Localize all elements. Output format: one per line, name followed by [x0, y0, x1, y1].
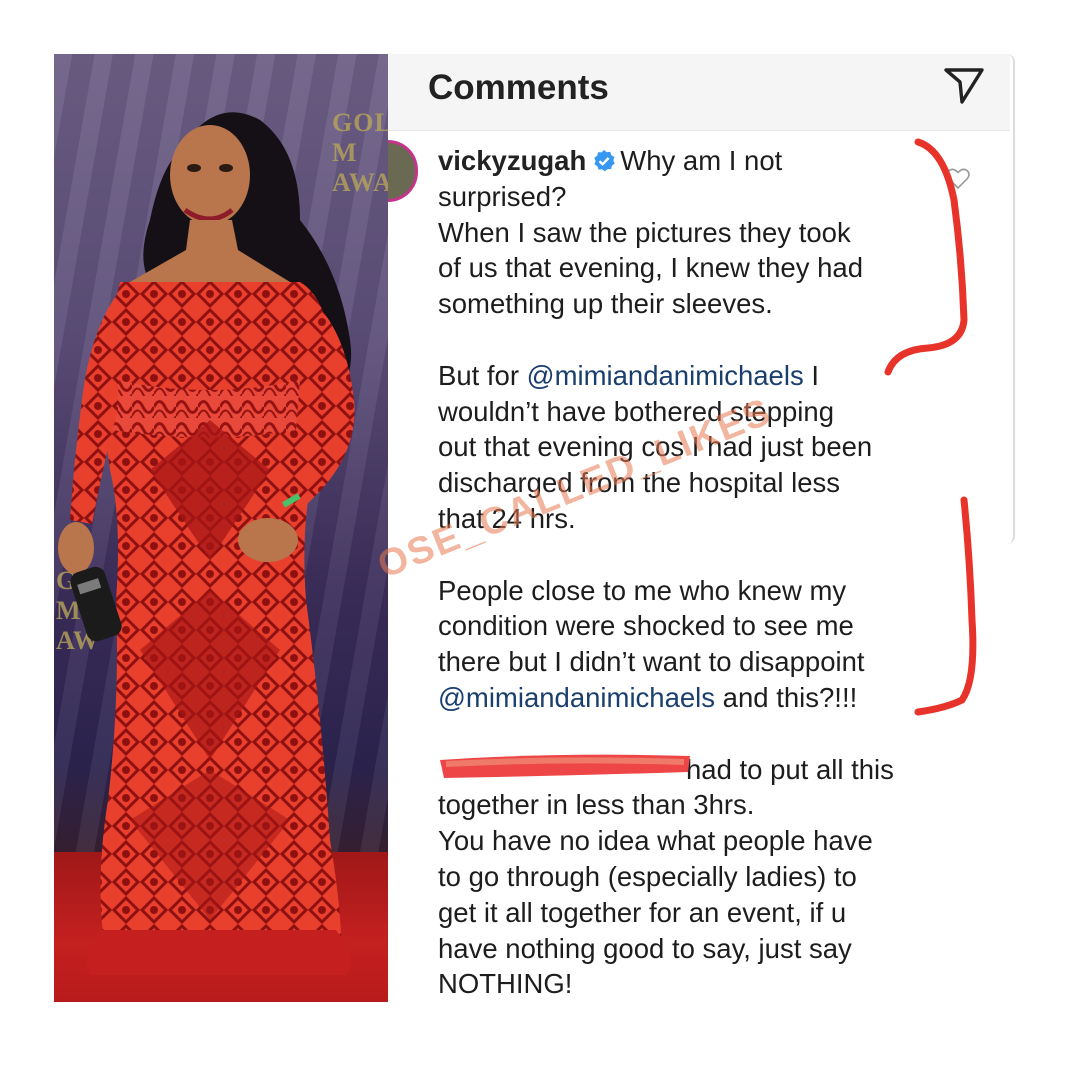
comment-line: together in less than 3hrs.	[438, 789, 755, 821]
comments-header: Comments	[388, 54, 1010, 131]
comment-text: vickyzugah Why am I not surprised? When I…	[438, 143, 948, 1002]
comment-line: that 24 hrs.	[438, 502, 576, 534]
comment-line: out that evening cos I had just been	[438, 431, 873, 463]
comment-line: to go through (especially ladies) to	[438, 860, 857, 892]
heart-outline-icon[interactable]	[945, 166, 971, 192]
send-icon[interactable]	[940, 60, 988, 108]
mention-link[interactable]: @mimiandanimichaels	[527, 360, 804, 391]
comment-line: vickyzugah Why am I not	[438, 143, 948, 179]
comment-line: get it all together for an event, if u	[438, 896, 847, 928]
username-link[interactable]: vickyzugah	[438, 145, 586, 176]
comment-line: discharged from the hospital less	[438, 467, 841, 499]
comment-line: have nothing good to say, just say	[438, 932, 852, 964]
mention-link[interactable]: @mimiandanimichaels	[438, 682, 715, 713]
comment-line: had to put all this	[438, 752, 948, 788]
comment-line: something up their sleeves.	[438, 288, 773, 320]
comment-line: You have no idea what people have	[438, 825, 873, 857]
comment-line: wouldn’t have bothered stepping	[438, 395, 834, 427]
scroll-edge	[1003, 54, 1015, 544]
verified-badge-icon	[594, 150, 615, 172]
comment-line-text: I	[803, 359, 819, 391]
comment-line: condition were shocked to see me	[438, 610, 854, 642]
comment-line: there but I didn’t want to disappoint	[438, 646, 865, 678]
comment-line: When I saw the pictures they took	[438, 216, 851, 248]
comment-line: surprised?	[438, 180, 567, 212]
comment-line-text: had to put all this	[686, 753, 894, 785]
comment-line-text: But for	[438, 359, 527, 391]
page-title: Comments	[428, 68, 609, 107]
comment-line-text: Why am I not	[620, 145, 783, 176]
comment-line: NOTHING!	[438, 968, 573, 1000]
comment-line: @mimiandanimichaels and this?!!!	[438, 680, 948, 716]
comment-line: of us that evening, I knew they had	[438, 252, 864, 284]
comment-line: But for @mimiandanimichaels I	[438, 358, 948, 394]
comment-line-text: and this?!!!	[715, 681, 858, 713]
comment-line: People close to me who knew my	[438, 574, 847, 606]
